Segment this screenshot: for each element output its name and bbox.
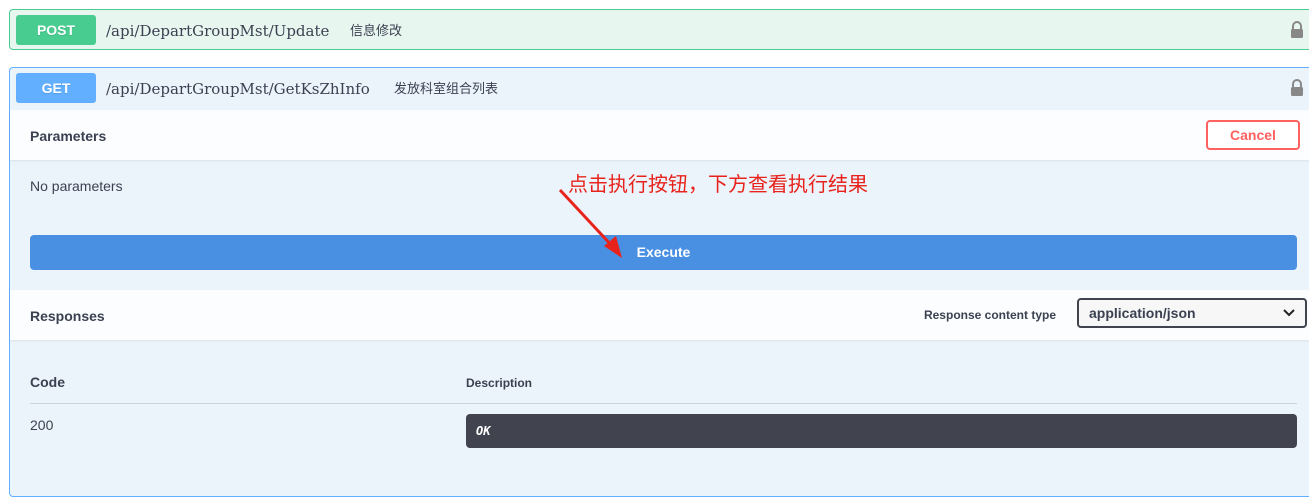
parameters-title: Parameters (30, 128, 107, 144)
lock-icon[interactable] (1290, 21, 1304, 39)
response-description: OK (476, 424, 491, 438)
responses-header: Responses Response content type applicat… (10, 290, 1309, 340)
response-description-box: OK (466, 414, 1297, 448)
response-content-type-value: application/json (1089, 305, 1196, 321)
get-operation: GET /api/DepartGroupMst/GetKsZhInfo 发放科室… (9, 67, 1309, 497)
get-summary: 发放科室组合列表 (394, 81, 499, 96)
no-parameters-text: No parameters (30, 178, 123, 194)
lock-icon[interactable] (1290, 79, 1304, 97)
post-path: /api/DepartGroupMst/Update (106, 22, 330, 40)
table-divider (30, 403, 1297, 404)
post-summary-row[interactable]: POST /api/DepartGroupMst/Update 信息修改 (10, 10, 1309, 50)
responses-title: Responses (30, 308, 105, 324)
column-header-code: Code (30, 374, 65, 390)
chevron-down-icon (1283, 309, 1295, 317)
cancel-button[interactable]: Cancel (1206, 120, 1300, 150)
response-content-type-select[interactable]: application/json (1077, 298, 1307, 328)
post-summary: 信息修改 (350, 23, 403, 38)
post-operation[interactable]: POST /api/DepartGroupMst/Update 信息修改 (9, 9, 1309, 50)
response-code: 200 (30, 417, 54, 433)
annotation-arrow-icon (558, 188, 622, 258)
execute-button[interactable]: Execute (30, 235, 1297, 270)
column-header-description: Description (466, 376, 533, 390)
post-method-badge: POST (16, 15, 96, 45)
get-method-badge: GET (16, 73, 96, 103)
get-path: /api/DepartGroupMst/GetKsZhInfo (106, 80, 370, 98)
parameters-header: Parameters Cancel (10, 110, 1309, 160)
response-content-type-label: Response content type (923, 308, 1056, 322)
get-summary-row[interactable]: GET /api/DepartGroupMst/GetKsZhInfo 发放科室… (10, 68, 1309, 108)
